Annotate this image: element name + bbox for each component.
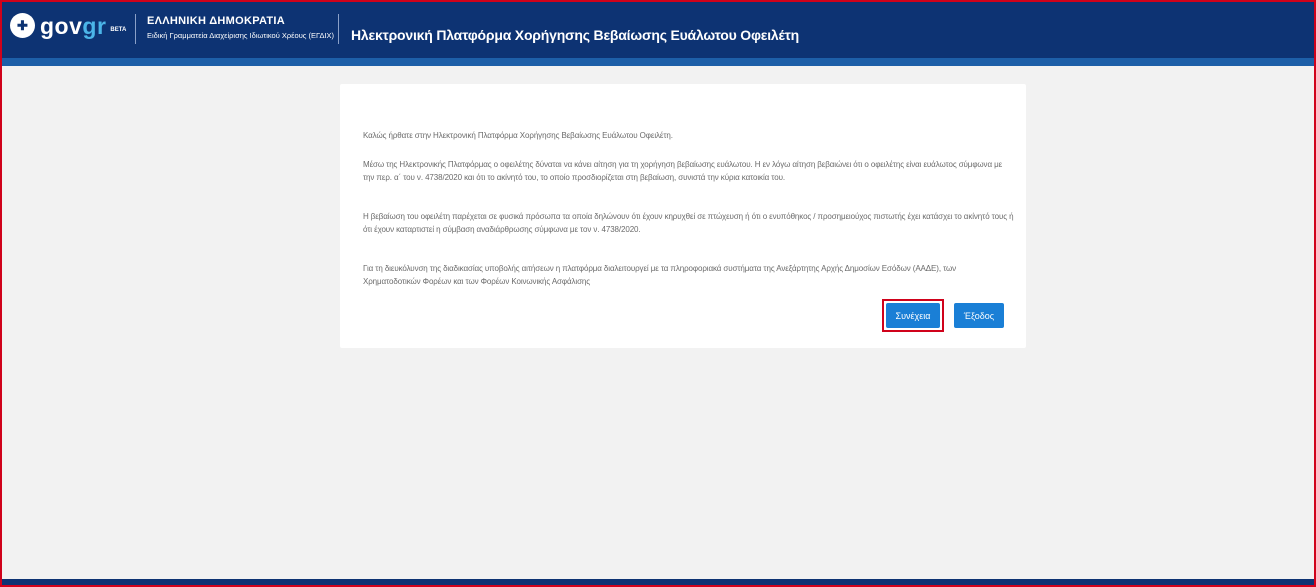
welcome-paragraph: Καλώς ήρθατε στην Ηλεκτρονική Πλατφόρμα … xyxy=(363,131,673,140)
app-title: Ηλεκτρονική Πλατφόρμα Χορήγησης Βεβαίωση… xyxy=(351,27,800,43)
header-divider xyxy=(338,14,339,44)
beta-badge: BETA xyxy=(110,27,127,33)
exit-button[interactable]: Έξοδος xyxy=(954,303,1004,328)
organization-block: ΕΛΛΗΝΙΚΗ ΔΗΜΟΚΡΑΤΙΑ Ειδική Γραμματεία Δι… xyxy=(147,15,334,41)
org-subtitle: Ειδική Γραμματεία Διαχείρισης Ιδιωτικού … xyxy=(147,31,335,40)
govgr-logo[interactable]: ✚ govgr BETA xyxy=(10,13,126,38)
continue-button-highlight xyxy=(882,299,944,332)
site-footer xyxy=(0,579,1316,587)
site-header: ✚ govgr BETA ΕΛΛΗΝΙΚΗ ΔΗΜΟΚΡΑΤΙΑ Ειδική … xyxy=(0,0,1316,62)
org-title: ΕΛΛΗΝΙΚΗ ΔΗΜΟΚΡΑΤΙΑ xyxy=(147,15,285,27)
eligibility-paragraph: Η βεβαίωση του οφειλέτη παρέχεται σε φυσ… xyxy=(363,212,1014,234)
header-divider xyxy=(135,14,136,44)
header-stripe xyxy=(0,58,1316,66)
platform-description-paragraph: Μέσω της Ηλεκτρονικής Πλατφόρμας ο οφειλ… xyxy=(363,160,1003,182)
interoperability-paragraph: Για τη διευκόλυνση της διαδικασίας υποβο… xyxy=(363,264,957,286)
logo-wordmark: govgr xyxy=(40,12,107,39)
greek-coat-of-arms-icon: ✚ xyxy=(10,13,35,38)
welcome-card: Καλώς ήρθατε στην Ηλεκτρονική Πλατφόρμα … xyxy=(340,84,1026,348)
